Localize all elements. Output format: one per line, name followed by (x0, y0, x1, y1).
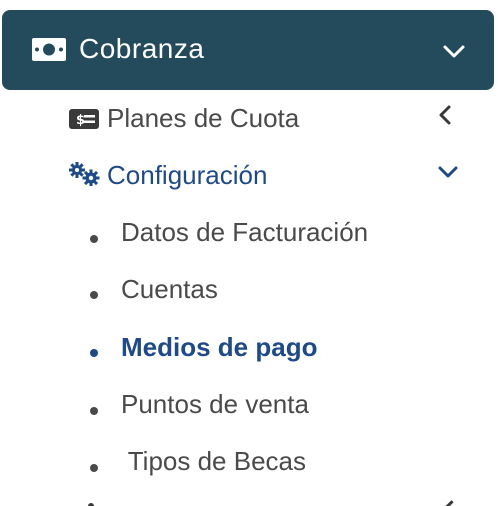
chevron-down-icon[interactable] (442, 44, 466, 60)
submenu-label: Medios de pago (121, 332, 318, 362)
next-menu-item-partial[interactable] (0, 500, 498, 506)
chevron-left-icon (445, 500, 458, 506)
submenu-label: Puntos de venta (121, 389, 309, 419)
cobranza-menu-header[interactable]: Cobranza (2, 10, 494, 90)
menu-item-planes-de-cuota[interactable]: $ Planes de Cuota (0, 100, 498, 140)
svg-text:$: $ (76, 113, 85, 128)
planes-de-cuota-label: Planes de Cuota (107, 103, 300, 133)
chevron-left-icon[interactable] (437, 104, 453, 126)
bullet (90, 407, 98, 415)
submenu-item-cuentas[interactable]: Cuentas (0, 271, 498, 311)
bullet (90, 349, 98, 357)
submenu-label: Datos de Facturación (121, 217, 369, 247)
submenu-label: Cuentas (121, 274, 218, 304)
menu-item-configuracion[interactable]: Configuración (0, 155, 498, 195)
money-bill-icon (32, 38, 66, 61)
submenu-item-medios-de-pago[interactable]: Medios de pago (0, 329, 498, 369)
submenu-label: Tipos de Becas (121, 446, 306, 476)
configuracion-label: Configuración (107, 160, 268, 190)
submenu-item-datos-de-facturacion[interactable]: Datos de Facturación (0, 214, 498, 254)
bullet (90, 235, 98, 243)
submenu-item-tipos-de-becas[interactable]: Tipos de Becas (0, 443, 498, 483)
cobranza-label: Cobranza (79, 33, 205, 64)
submenu-item-puntos-de-venta[interactable]: Puntos de venta (0, 386, 498, 426)
bullet (90, 291, 98, 299)
dollar-card-icon: $ (69, 109, 99, 129)
bullet (90, 464, 98, 472)
cogs-icon (69, 162, 100, 186)
chevron-down-icon[interactable] (437, 164, 459, 180)
